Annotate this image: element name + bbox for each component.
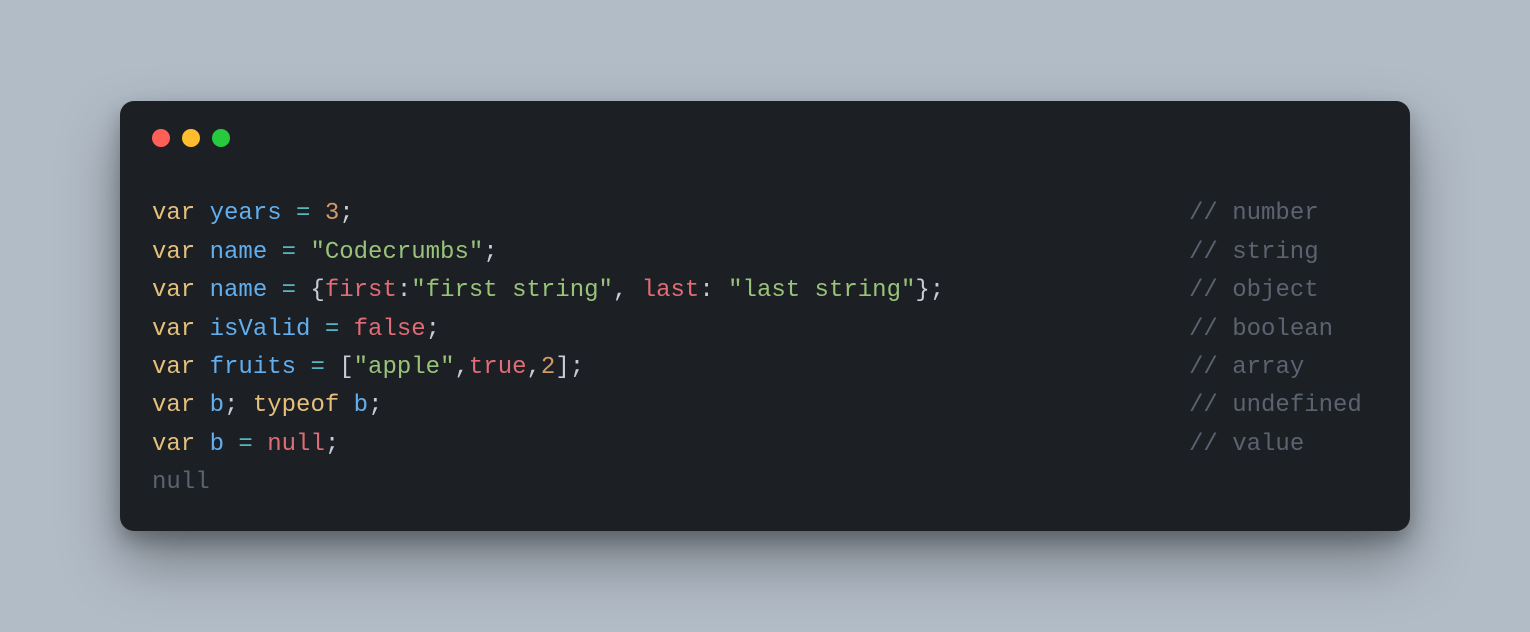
code-token [310,200,324,227]
code-token: = [282,239,296,266]
code-token: = [325,316,339,343]
code-comment: // number [1189,200,1319,227]
code-token: years [210,200,282,227]
code-token: b [210,431,224,458]
code-comment: // string [1189,239,1319,266]
code-token: = [310,354,324,381]
code-token: ; [483,239,497,266]
code-token: name [210,239,268,266]
window-controls [152,129,1378,147]
code-token: name [210,277,268,304]
code-token: [ [325,354,354,381]
code-token: : [397,277,411,304]
code-token: "last string" [728,277,915,304]
code-token [224,431,238,458]
code-token: = [296,200,310,227]
code-token: var [152,354,210,381]
code-token: "Codecrumbs" [310,239,483,266]
code-token: 3 [325,200,339,227]
code-token [339,316,353,343]
code-line: var b; typeof b; // undefined [152,387,1378,425]
code-line: var fruits = ["apple",true,2]; // array [152,349,1378,387]
code-token: first [325,277,397,304]
code-line: var b = null; // value [152,426,1378,464]
code-token: var [152,277,210,304]
code-token: = [282,277,296,304]
code-comment: // value [1189,431,1304,458]
code-token: ; [368,392,382,419]
code-token: = [238,431,252,458]
code-token: ; [224,392,253,419]
code-line: var years = 3; // number [152,195,1378,233]
code-token [253,431,267,458]
code-token: isValid [210,316,311,343]
code-token: fruits [210,354,296,381]
zoom-icon[interactable] [212,129,230,147]
code-token: , [454,354,468,381]
code-comment: // boolean [1189,316,1333,343]
code-token [296,239,310,266]
minimize-icon[interactable] [182,129,200,147]
code-token: var [152,239,210,266]
code-token: b [210,392,224,419]
code-token [296,354,310,381]
code-token: , [613,277,642,304]
code-line: null [152,464,1378,502]
code-token: typeof [253,392,354,419]
code-token: : [699,277,728,304]
code-token: b [354,392,368,419]
close-icon[interactable] [152,129,170,147]
code-token: ]; [555,354,584,381]
code-comment: // array [1189,354,1304,381]
code-line: var name = {first:"first string", last: … [152,272,1378,310]
code-window: var years = 3; // numbervar name = "Code… [120,101,1410,530]
code-token: , [527,354,541,381]
code-token [282,200,296,227]
code-token: ; [339,200,353,227]
code-token: true [469,354,527,381]
code-token: var [152,392,210,419]
code-line: var name = "Codecrumbs"; // string [152,234,1378,272]
code-comment: // undefined [1189,392,1362,419]
code-line: var isValid = false; // boolean [152,311,1378,349]
code-token: { [296,277,325,304]
code-token: var [152,316,210,343]
code-token: var [152,431,210,458]
code-token: "apple" [354,354,455,381]
code-token: 2 [541,354,555,381]
code-block: var years = 3; // numbervar name = "Code… [152,195,1378,502]
code-token: }; [915,277,944,304]
code-token [310,316,324,343]
code-token [267,277,281,304]
code-token: ; [325,431,339,458]
code-token: last [642,277,700,304]
code-token: var [152,200,210,227]
code-token: null [267,431,325,458]
code-token: "first string" [411,277,613,304]
code-token: ; [426,316,440,343]
code-comment: // object [1189,277,1319,304]
code-comment: null [152,469,210,496]
code-token: false [354,316,426,343]
code-token [267,239,281,266]
